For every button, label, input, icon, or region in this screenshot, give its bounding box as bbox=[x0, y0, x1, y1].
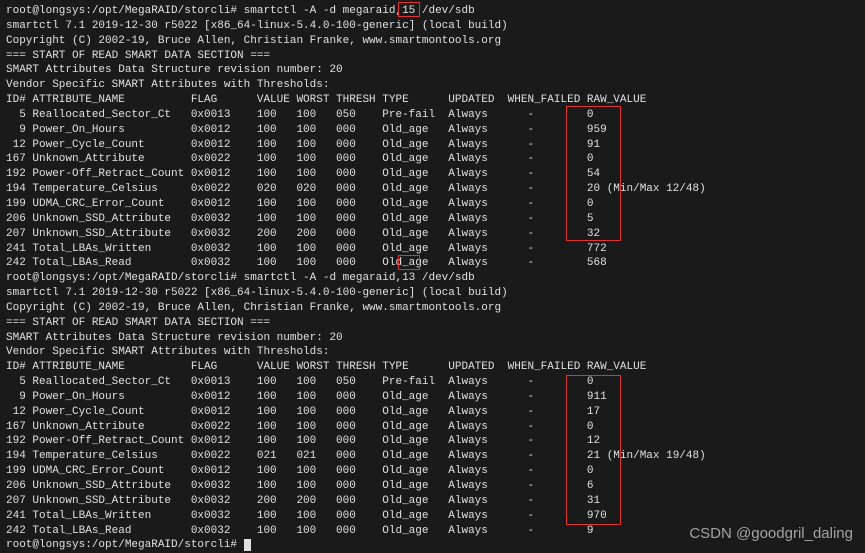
command-line: root@longsys:/opt/MegaRAID/storcli# smar… bbox=[6, 4, 859, 19]
table-row: 5 Reallocated_Sector_Ct 0x0013 100 100 0… bbox=[6, 375, 859, 390]
section-header: === START OF READ SMART DATA SECTION === bbox=[6, 49, 859, 64]
table-row: 241 Total_LBAs_Written 0x0032 100 100 00… bbox=[6, 242, 859, 257]
table-row: 242 Total_LBAs_Read 0x0032 100 100 000 O… bbox=[6, 256, 859, 271]
command-line: root@longsys:/opt/MegaRAID/storcli# smar… bbox=[6, 271, 859, 286]
revision-line: SMART Attributes Data Structure revision… bbox=[6, 331, 859, 346]
table-row: 167 Unknown_Attribute 0x0022 100 100 000… bbox=[6, 152, 859, 167]
table-header: ID# ATTRIBUTE_NAME FLAG VALUE WORST THRE… bbox=[6, 360, 859, 375]
table-row: 12 Power_Cycle_Count 0x0012 100 100 000 … bbox=[6, 405, 859, 420]
cursor bbox=[244, 539, 251, 551]
table-row: 192 Power-Off_Retract_Count 0x0012 100 1… bbox=[6, 434, 859, 449]
table-row: 206 Unknown_SSD_Attribute 0x0032 100 100… bbox=[6, 212, 859, 227]
vendor-line: Vendor Specific SMART Attributes with Th… bbox=[6, 78, 859, 93]
vendor-line: Vendor Specific SMART Attributes with Th… bbox=[6, 345, 859, 360]
table-row: 9 Power_On_Hours 0x0012 100 100 000 Old_… bbox=[6, 390, 859, 405]
table-header: ID# ATTRIBUTE_NAME FLAG VALUE WORST THRE… bbox=[6, 93, 859, 108]
version-line: smartctl 7.1 2019-12-30 r5022 [x86_64-li… bbox=[6, 286, 859, 301]
table-row: 167 Unknown_Attribute 0x0022 100 100 000… bbox=[6, 420, 859, 435]
revision-line: SMART Attributes Data Structure revision… bbox=[6, 63, 859, 78]
table-row: 12 Power_Cycle_Count 0x0012 100 100 000 … bbox=[6, 138, 859, 153]
table-row: 206 Unknown_SSD_Attribute 0x0032 100 100… bbox=[6, 479, 859, 494]
table-row: 194 Temperature_Celsius 0x0022 020 020 0… bbox=[6, 182, 859, 197]
table-row: 199 UDMA_CRC_Error_Count 0x0012 100 100 … bbox=[6, 197, 859, 212]
terminal-output[interactable]: root@longsys:/opt/MegaRAID/storcli# smar… bbox=[6, 4, 859, 553]
copyright-line: Copyright (C) 2002-19, Bruce Allen, Chri… bbox=[6, 301, 859, 316]
table-row: 241 Total_LBAs_Written 0x0032 100 100 00… bbox=[6, 509, 859, 524]
section-header: === START OF READ SMART DATA SECTION === bbox=[6, 316, 859, 331]
copyright-line: Copyright (C) 2002-19, Bruce Allen, Chri… bbox=[6, 34, 859, 49]
table-row: 192 Power-Off_Retract_Count 0x0012 100 1… bbox=[6, 167, 859, 182]
table-row: 194 Temperature_Celsius 0x0022 021 021 0… bbox=[6, 449, 859, 464]
table-row: 207 Unknown_SSD_Attribute 0x0032 200 200… bbox=[6, 494, 859, 509]
table-row: 207 Unknown_SSD_Attribute 0x0032 200 200… bbox=[6, 227, 859, 242]
table-row: 5 Reallocated_Sector_Ct 0x0013 100 100 0… bbox=[6, 108, 859, 123]
table-row: 199 UDMA_CRC_Error_Count 0x0012 100 100 … bbox=[6, 464, 859, 479]
version-line: smartctl 7.1 2019-12-30 r5022 [x86_64-li… bbox=[6, 19, 859, 34]
watermark: CSDN @goodgril_daling bbox=[689, 524, 853, 544]
table-row: 9 Power_On_Hours 0x0012 100 100 000 Old_… bbox=[6, 123, 859, 138]
